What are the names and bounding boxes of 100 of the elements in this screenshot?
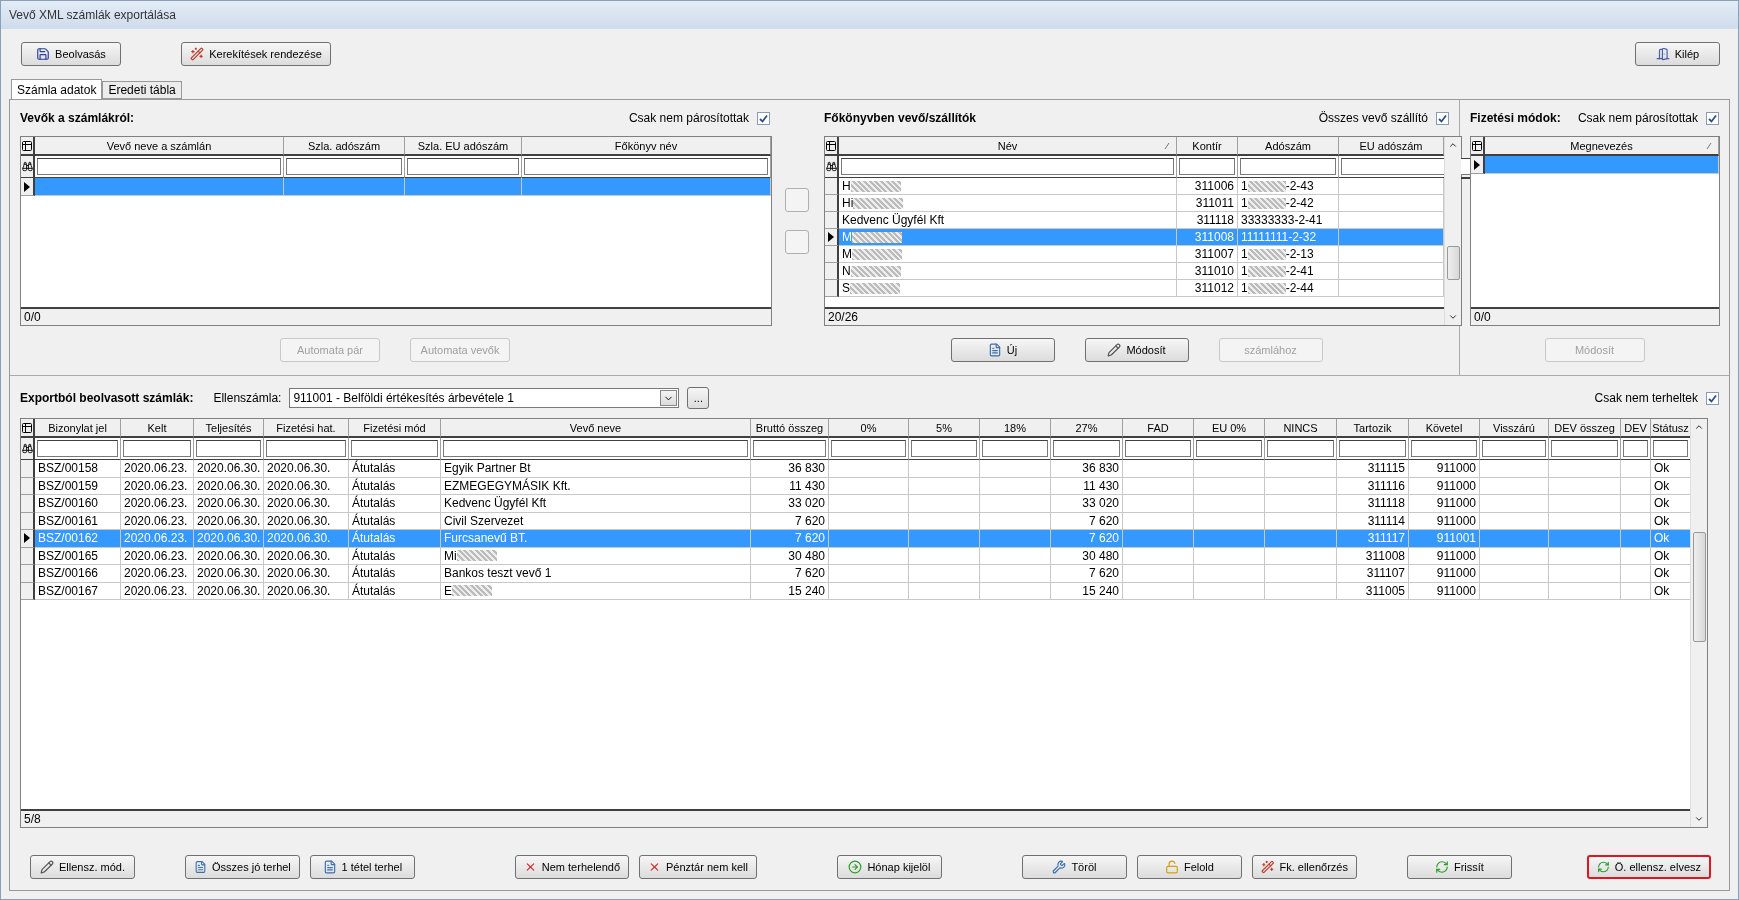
checkbox[interactable]	[1706, 391, 1719, 405]
filter-input[interactable]	[841, 158, 1174, 175]
scroll-down-icon[interactable]	[1448, 312, 1458, 322]
action-button[interactable]: Pénztár nem kell	[639, 855, 757, 879]
toolbar-button[interactable]: Kerekítések rendezése	[181, 42, 331, 66]
column-header[interactable]: EU adószám	[1339, 137, 1444, 156]
filter-input[interactable]	[524, 158, 768, 175]
filter-input[interactable]	[1125, 440, 1191, 457]
filter-input[interactable]	[407, 158, 519, 175]
column-header[interactable]: Bizonylat jel	[35, 419, 121, 438]
action-button[interactable]: Módosít	[1084, 338, 1189, 362]
checkbox[interactable]	[757, 111, 770, 125]
grid-settings-icon[interactable]	[1471, 139, 1483, 152]
account-dropdown[interactable]: 911001 - Belföldi értékesítés árbevétele 1	[289, 388, 680, 408]
action-button[interactable]: Hónap kijelöl	[836, 855, 942, 879]
filter-input[interactable]	[286, 158, 402, 175]
filter-input[interactable]	[1267, 440, 1334, 457]
filter-input[interactable]	[1196, 440, 1262, 457]
table-cell[interactable]: Kedvenc Ügyfél Kft	[839, 212, 1177, 229]
scrollbar-thumb[interactable]	[1446, 246, 1460, 280]
column-header[interactable]: 27%	[1051, 419, 1123, 438]
column-header[interactable]: Státusz	[1651, 419, 1691, 438]
table-cell[interactable]: H	[839, 178, 1177, 195]
filter-input[interactable]	[1623, 440, 1648, 457]
filter-input[interactable]	[196, 440, 261, 457]
column-header[interactable]: Teljesítés	[194, 419, 264, 438]
filter-input[interactable]	[1339, 440, 1406, 457]
table-cell[interactable]	[522, 178, 771, 196]
column-header[interactable]: Kontír	[1177, 137, 1238, 156]
checkbox[interactable]	[1706, 111, 1719, 125]
filter-input[interactable]	[911, 440, 977, 457]
tab[interactable]: Számla adatok	[11, 79, 103, 99]
action-button[interactable]: 1 tétel terhel	[309, 855, 415, 879]
filter-input[interactable]	[1240, 158, 1336, 175]
column-header[interactable]: Kelt	[121, 419, 194, 438]
scroll-up-icon[interactable]	[1694, 422, 1704, 432]
filter-input[interactable]	[351, 440, 438, 457]
filter-input[interactable]	[1551, 440, 1618, 457]
column-header[interactable]: DEV	[1621, 419, 1651, 438]
action-button[interactable]: Ellensz. mód.	[30, 855, 135, 879]
column-header[interactable]: Szla. EU adószám	[405, 137, 522, 156]
column-header[interactable]: NINCS	[1265, 419, 1337, 438]
browse-button[interactable]: ...	[687, 387, 710, 409]
column-header[interactable]: FAD	[1123, 419, 1194, 438]
grid-settings-icon[interactable]	[21, 421, 33, 434]
filter-input[interactable]	[831, 440, 906, 457]
table-cell[interactable]	[1485, 156, 1719, 174]
toolbar-button[interactable]: Kilép	[1635, 42, 1720, 66]
grid-settings-icon[interactable]	[825, 139, 837, 152]
action-button[interactable]: Frissít	[1406, 855, 1512, 879]
column-header[interactable]: Bruttó összeg	[751, 419, 829, 438]
column-header[interactable]: Szla. adószám	[284, 137, 405, 156]
filter-input[interactable]	[1411, 440, 1477, 457]
filter-input[interactable]	[123, 440, 191, 457]
column-header[interactable]: 18%	[980, 419, 1051, 438]
tab[interactable]: Eredeti tábla	[102, 81, 182, 99]
table-cell[interactable]	[284, 178, 405, 196]
column-header[interactable]: Visszárú	[1480, 419, 1549, 438]
scrollbar-thumb[interactable]	[1692, 532, 1706, 642]
column-header[interactable]: DEV összeg	[1549, 419, 1621, 438]
column-header[interactable]: EU 0%	[1194, 419, 1265, 438]
filter-input[interactable]	[1482, 440, 1546, 457]
action-button[interactable]: Új	[950, 338, 1055, 362]
action-button[interactable]: Töröl	[1021, 855, 1127, 879]
filter-input[interactable]	[753, 440, 826, 457]
column-header[interactable]: Vevő neve a számlán	[35, 137, 284, 156]
action-button[interactable]: Nem terhelendő	[514, 855, 630, 879]
column-header[interactable]: Név	[839, 137, 1177, 156]
column-header[interactable]: Fizetési hat.	[264, 419, 349, 438]
filter-input[interactable]	[37, 440, 118, 457]
column-header[interactable]: 0%	[829, 419, 909, 438]
table-cell[interactable]	[405, 178, 522, 196]
action-button[interactable]: Felold	[1136, 855, 1242, 879]
scroll-up-icon[interactable]	[1448, 140, 1458, 150]
filter-input[interactable]	[982, 440, 1048, 457]
column-header[interactable]: Tartozik	[1337, 419, 1409, 438]
column-header[interactable]: Követel	[1409, 419, 1480, 438]
column-header[interactable]: Vevő neve	[441, 419, 751, 438]
filter-input[interactable]	[1053, 440, 1120, 457]
action-button[interactable]: Összes jó terhel	[185, 855, 300, 879]
column-header[interactable]: 5%	[909, 419, 980, 438]
action-button[interactable]: Fk. ellenőrzés	[1251, 855, 1357, 879]
table-cell[interactable]: M	[839, 246, 1177, 263]
table-cell[interactable]: Hi	[839, 195, 1177, 212]
filter-input[interactable]	[443, 440, 748, 457]
grid-settings-icon[interactable]	[21, 139, 33, 152]
column-header[interactable]: Főkönyv név	[522, 137, 771, 156]
filter-input[interactable]	[37, 158, 281, 175]
column-header[interactable]: Adószám	[1238, 137, 1339, 156]
toolbar-button[interactable]: Beolvasás	[21, 42, 121, 66]
filter-input[interactable]	[1179, 158, 1235, 175]
action-button[interactable]: Ö. ellensz. elvesz	[1586, 855, 1711, 879]
filter-input[interactable]	[266, 440, 346, 457]
table-cell[interactable]: N	[839, 263, 1177, 280]
scroll-down-icon[interactable]	[1694, 814, 1704, 824]
filter-input[interactable]	[1653, 440, 1688, 457]
column-header[interactable]: Fizetési mód	[349, 419, 441, 438]
checkbox[interactable]	[1436, 111, 1449, 125]
table-cell[interactable]	[35, 178, 284, 196]
column-header[interactable]: Megnevezés	[1485, 137, 1719, 156]
